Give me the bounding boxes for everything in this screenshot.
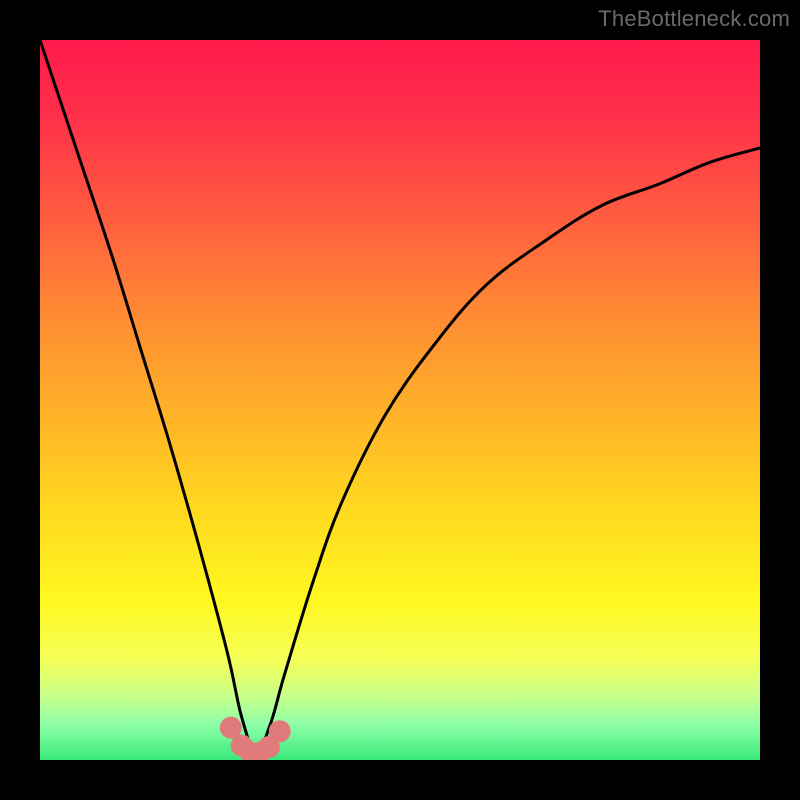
marker-dot (269, 720, 291, 742)
watermark-text: TheBottleneck.com (598, 6, 790, 32)
plot-area (40, 40, 760, 760)
marker-group (220, 717, 291, 760)
chart-svg (40, 40, 760, 760)
bottleneck-curve (40, 40, 760, 753)
chart-stage: TheBottleneck.com (0, 0, 800, 800)
